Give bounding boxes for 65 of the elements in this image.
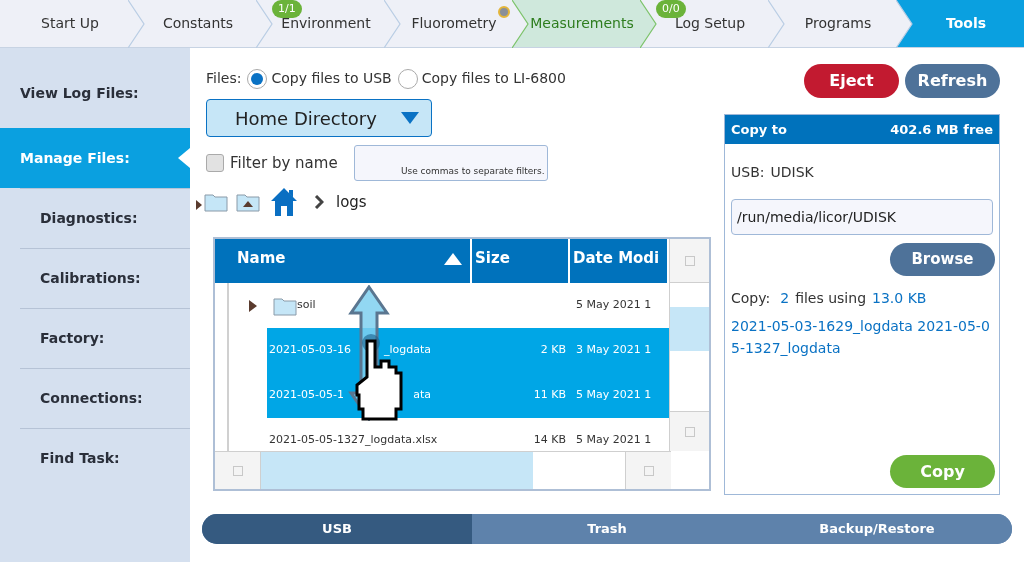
panel-title: Copy to: [731, 120, 787, 139]
file-name: 2021-05-05-1: [269, 387, 344, 404]
count-text: files using: [795, 289, 867, 308]
selected-files-list: 2021-05-03-1629_logdata 2021-05-05-1327_logdata: [725, 315, 999, 359]
storage-tab[interactable]: USB: [202, 514, 472, 544]
path-field[interactable]: /run/media/licor/UDISK: [731, 199, 993, 235]
refresh-button[interactable]: Refresh: [905, 64, 1000, 98]
copy-label: Copy:: [731, 289, 771, 308]
file-size: 11 KB: [532, 387, 567, 404]
column-header[interactable]: Size: [472, 239, 570, 283]
home-icon[interactable]: [270, 187, 298, 217]
date-modified: 5 May 2021 1: [575, 297, 652, 314]
sort-ascending-icon: [444, 253, 462, 265]
sidebar-item[interactable]: Calibrations:: [20, 248, 190, 308]
file-row[interactable]: soil 5 May 2021 1: [267, 283, 669, 328]
date-modified: 5 May 2021 1: [575, 432, 652, 449]
file-size: 14 KB: [532, 432, 567, 449]
tab-chevron: [128, 0, 145, 48]
usb-label: USB:: [731, 163, 765, 182]
column-header[interactable]: Name: [215, 239, 472, 283]
free-space: 402.6 MB free: [890, 120, 993, 139]
total-size: 13.0 KB: [872, 289, 927, 308]
file-name: 2021-05-03-16: [269, 342, 351, 359]
sidebar-item[interactable]: View Log Files:: [0, 58, 190, 128]
sidebar-item[interactable]: Diagnostics:: [20, 188, 190, 248]
browse-button[interactable]: Browse: [890, 243, 995, 276]
sidebar-item[interactable]: Find Task:: [20, 428, 190, 488]
tab-chevron: [384, 0, 401, 48]
file-size: 2 KB: [539, 342, 567, 359]
copy-target-radio[interactable]: Copy files to LI-6800: [397, 68, 566, 89]
filter-checkbox[interactable]: Filter by name: [206, 151, 338, 175]
pointer-notch-icon: [178, 148, 190, 168]
dropdown-arrow-icon: [401, 112, 419, 124]
sidebar-item[interactable]: Connections:: [20, 368, 190, 428]
usb-name: UDISK: [770, 163, 814, 182]
copy-target-radio[interactable]: Copy files to USB: [247, 68, 392, 89]
files-label: Files:: [206, 69, 242, 88]
file-name: ata: [413, 387, 431, 404]
eject-button[interactable]: Eject: [804, 64, 899, 98]
count-badge: 1/1: [272, 0, 302, 18]
breadcrumb-folder[interactable]: logs: [336, 190, 367, 214]
scroll-down-icon[interactable]: [684, 426, 695, 437]
tab-chevron: [768, 0, 785, 48]
scroll-left-icon[interactable]: [232, 465, 243, 476]
horizontal-scrollbar[interactable]: [260, 452, 626, 489]
folder-name: soil: [297, 297, 316, 314]
count-badge: 0/0: [656, 0, 686, 18]
tab-chevron: [640, 0, 657, 48]
folder-icon[interactable]: [273, 295, 297, 316]
expand-arrow-icon[interactable]: [196, 200, 202, 210]
scroll-up-icon[interactable]: [684, 255, 695, 266]
date-modified: 5 May 2021 1: [575, 387, 652, 404]
scroll-right-icon[interactable]: [643, 465, 654, 476]
file-count: 2: [780, 289, 790, 308]
filter-field[interactable]: Use commas to separate filters.: [353, 145, 548, 181]
file-name: 2021-05-05-1327_logdata.xlsx: [269, 432, 438, 449]
file-row[interactable]: 2021-05-05-1327_logdata.xlsx 14 KB 5 May 2021 1: [267, 418, 669, 451]
directory-dropdown[interactable]: Home Directory: [206, 99, 432, 137]
tab-chevron: [256, 0, 273, 48]
expand-arrow-icon[interactable]: [249, 299, 257, 312]
file-name: _logdata: [383, 342, 431, 359]
parent-folder-icon[interactable]: [236, 192, 260, 212]
date-modified: 3 May 2021 1: [575, 342, 652, 359]
sidebar-item[interactable]: Factory:: [20, 308, 190, 368]
chevron-icon: [314, 195, 324, 209]
